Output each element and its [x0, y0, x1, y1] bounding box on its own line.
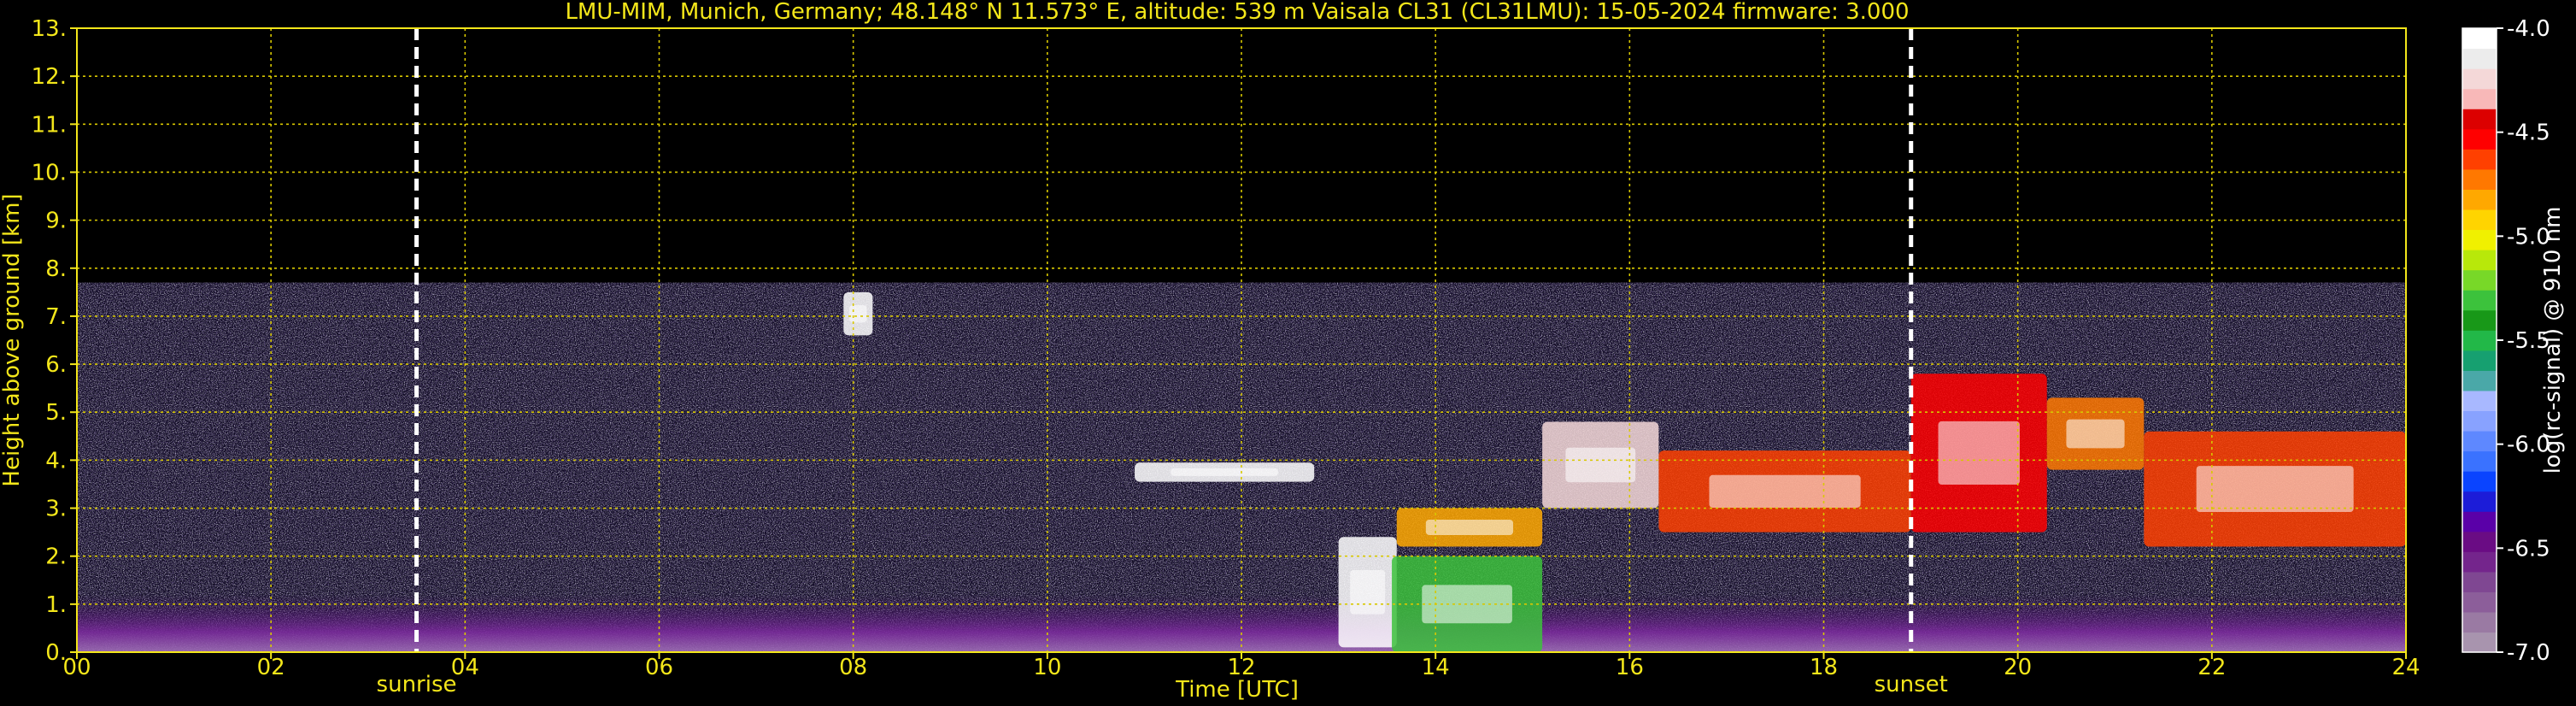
colorbar-segment [2462, 430, 2497, 452]
colorbar-segment [2462, 28, 2497, 50]
y-tick-label: 4. [45, 448, 67, 474]
cloud-core-5 [1565, 447, 1636, 483]
colorbar-segment [2462, 128, 2497, 150]
x-tick-label: 04 [451, 655, 479, 680]
colorbar-segment [2462, 471, 2497, 492]
ceilometer-chart: sunrise sunset 00 02 04 06 08 10 12 14 16 18 20 22 24… [0, 0, 2566, 703]
colorbar-segment [2462, 109, 2497, 130]
y-tick-label: 3. [45, 497, 67, 522]
colorbar-segment [2462, 390, 2497, 412]
colorbar-segment [2462, 571, 2497, 592]
colorbar-segment [2462, 632, 2497, 653]
colorbar-segment [2462, 450, 2497, 472]
colorbar-segment [2462, 269, 2497, 291]
y-tick-label: 8. [45, 256, 67, 282]
colorbar-segment [2462, 591, 2497, 613]
cloud-core-8 [2066, 419, 2125, 449]
y-axis-label: Height above ground [km] [0, 193, 25, 486]
sunset-label: sunset [1875, 672, 1948, 697]
sunrise-label: sunrise [377, 672, 457, 697]
colorbar-segment [2462, 168, 2497, 190]
chart-title: LMU-MIM, Munich, Germany; 48.148° N 11.5… [565, 0, 1909, 25]
cloud-core-6 [1709, 474, 1861, 508]
colorbar-segment [2462, 68, 2497, 90]
colorbar-segment [2462, 511, 2497, 532]
colorbar-segment [2462, 229, 2497, 250]
x-tick-label: 20 [2004, 655, 2032, 680]
x-tick-label: 14 [1422, 655, 1450, 680]
colorbar-segment [2462, 350, 2497, 371]
colorbar-label: log(rc-signal) @ 910 nm [2540, 207, 2566, 474]
colorbar-segment [2462, 209, 2497, 231]
y-tick-label: 12. [32, 64, 67, 90]
colorbar: -4.0-4.5-5.0-5.5-6.0-6.5-7.0 [2462, 16, 2550, 666]
cloud-core-4 [1425, 520, 1514, 535]
x-tick-label: 22 [2198, 655, 2226, 680]
colorbar-segment [2462, 531, 2497, 552]
colorbar-segment [2462, 149, 2497, 170]
y-tick-label: 7. [45, 304, 67, 330]
colorbar-segment [2462, 330, 2497, 351]
colorbar-segment [2462, 551, 2497, 573]
y-tick-label: 13. [32, 16, 67, 42]
y-tick-label: 0. [45, 640, 67, 666]
y-tick-label: 2. [45, 544, 67, 570]
x-tick-label: 18 [1810, 655, 1838, 680]
colorbar-tick-label: -6.5 [2507, 536, 2550, 562]
colorbar-segment [2462, 611, 2497, 633]
y-tick-label: 5. [45, 400, 67, 426]
x-tick-label: 24 [2391, 655, 2420, 680]
x-axis-label: Time [UTC] [1175, 677, 1299, 703]
colorbar-segment [2462, 290, 2497, 311]
x-tick-label: 02 [257, 655, 285, 680]
colorbar-segment [2462, 250, 2497, 271]
colorbar-segment [2462, 370, 2497, 391]
colorbar-segment [2462, 189, 2497, 210]
colorbar-segment [2462, 410, 2497, 432]
cloud-core-0 [1171, 468, 1279, 476]
colorbar-segment [2462, 48, 2497, 69]
colorbar-tick-label: -7.0 [2507, 640, 2550, 666]
colorbar-tick-label: -4.5 [2507, 121, 2550, 146]
x-tick-label: 00 [62, 655, 91, 680]
y-tick-label: 9. [45, 209, 67, 234]
cloud-core-9 [2196, 466, 2354, 513]
x-tick-label: 10 [1033, 655, 1061, 680]
x-tick-label: 06 [645, 655, 673, 680]
colorbar-segment [2462, 491, 2497, 512]
x-tick-label: 16 [1616, 655, 1644, 680]
cloud-core-7 [1938, 421, 2020, 485]
y-tick-label: 6. [45, 352, 67, 378]
colorbar-tick-label: -4.0 [2507, 16, 2550, 42]
cloud-core-1 [849, 305, 867, 323]
x-tick-label: 08 [839, 655, 867, 680]
y-tick-label: 11. [32, 112, 67, 138]
colorbar-segment [2462, 88, 2497, 109]
y-tick-label: 1. [45, 592, 67, 618]
colorbar-segment [2462, 309, 2497, 331]
cloud-core-2 [1350, 569, 1386, 615]
y-tick-label: 10. [32, 160, 67, 185]
